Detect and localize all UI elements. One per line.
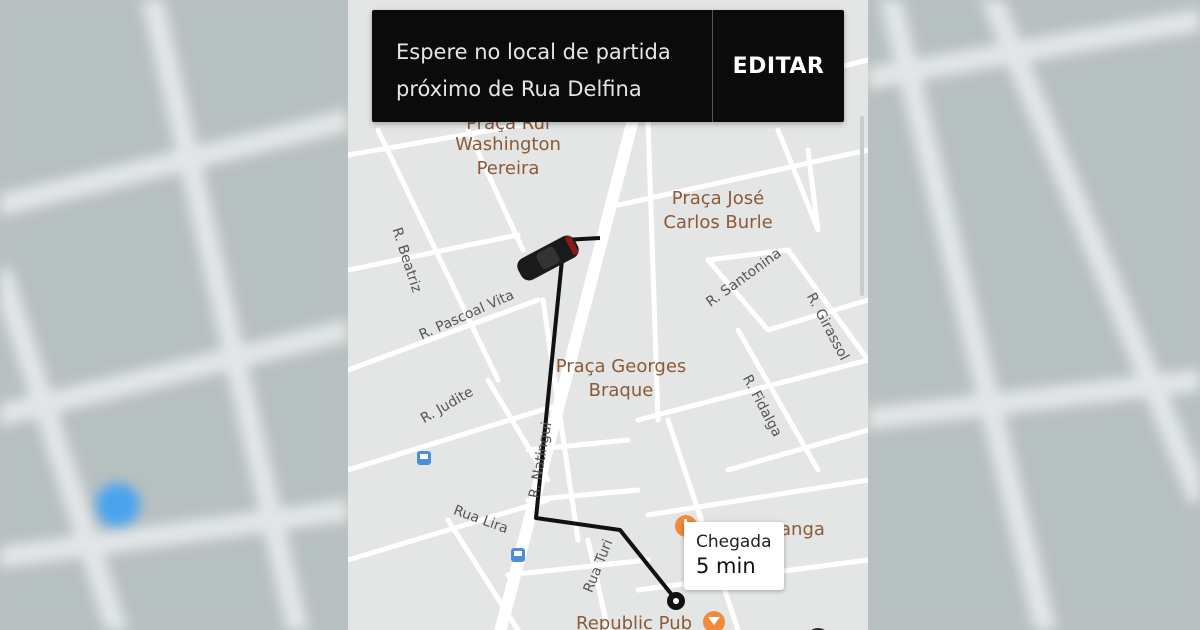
blurred-map-background-right [868, 0, 1200, 630]
map-screen[interactable]: Praça Rui Washington Pereira Praça José … [348, 0, 868, 630]
place-label-praca-georges: Praça Georges [555, 356, 687, 377]
place-label-praca-jose: Praça José [671, 188, 765, 209]
eta-time: 5 min [696, 554, 756, 578]
pickup-instruction-line-1: Espere no local de partida [396, 40, 671, 64]
pickup-instructions: Espere no local de partida próximo de Ru… [396, 34, 671, 108]
place-label-braque: Braque [588, 380, 654, 401]
scrollbar[interactable] [860, 116, 864, 296]
place-label-washington: Washington [455, 134, 561, 155]
place-label-pereira: Pereira [476, 158, 540, 179]
bus-stop-icon[interactable] [417, 451, 431, 465]
place-label-carlos-burle: Carlos Burle [663, 212, 773, 233]
blurred-map-background-left [0, 0, 348, 630]
pickup-instruction-line-2: próximo de Rua Delfina [396, 77, 642, 101]
bus-stop-icon[interactable] [511, 548, 525, 562]
place-label-republic-pub: Republic Pub [576, 613, 693, 630]
pickup-banner: Espere no local de partida próximo de Ru… [372, 10, 844, 122]
place-label-partial: anga [780, 519, 825, 540]
eta-label: Chegada [696, 532, 772, 552]
edit-button[interactable]: EDITAR [713, 10, 844, 122]
eta-card[interactable]: Chegada 5 min [684, 522, 784, 590]
